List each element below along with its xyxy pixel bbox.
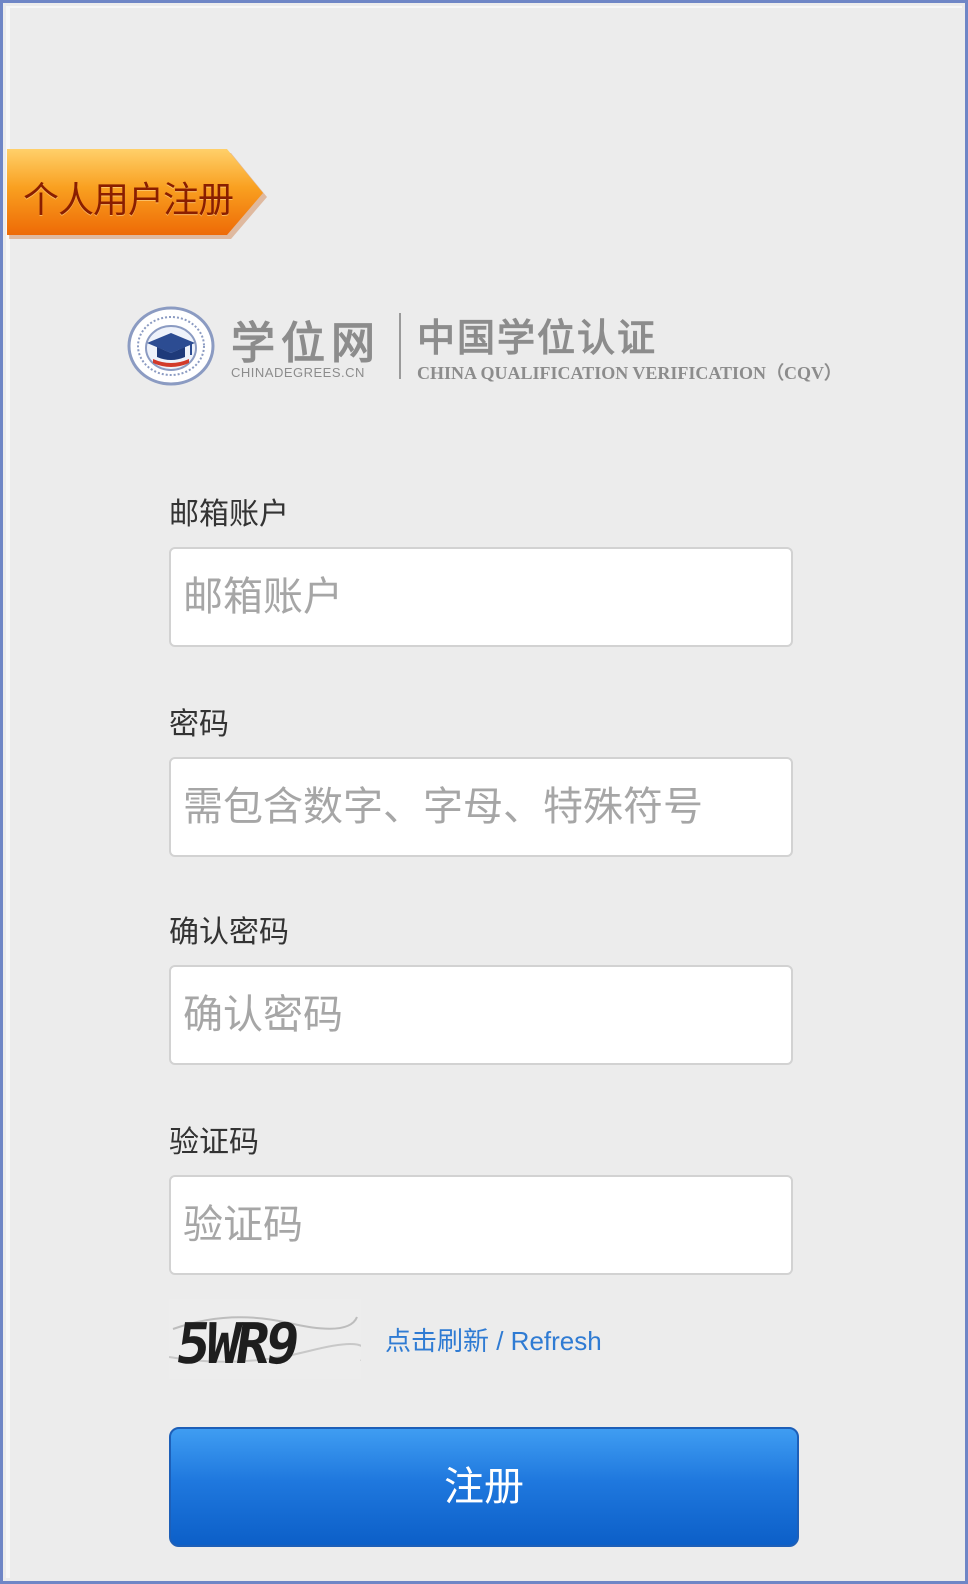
password-label: 密码 bbox=[169, 707, 229, 742]
logo-domain: CHINADEGREES.CN bbox=[231, 365, 365, 380]
page-frame: 个人用户注册 学位网 CHINADEGREES.CN 中国学位认证 CHINA … bbox=[0, 0, 968, 1584]
email-label: 邮箱账户 bbox=[169, 497, 289, 532]
logo-chinese-name: 学位网 bbox=[231, 318, 381, 369]
logo-subtitle: CHINA QUALIFICATION VERIFICATION（CQV） bbox=[417, 363, 843, 383]
captcha-refresh-link[interactable]: 点击刷新 / Refresh bbox=[385, 1321, 602, 1358]
ribbon-title: 个人用户注册 bbox=[23, 180, 234, 221]
captcha-text: 5WR9 bbox=[172, 1312, 301, 1377]
confirm-password-label: 确认密码 bbox=[169, 915, 289, 950]
graduation-cap-icon bbox=[127, 306, 215, 386]
captcha-image[interactable]: 5WR9 bbox=[168, 1299, 366, 1379]
confirm-password-field[interactable] bbox=[169, 965, 793, 1065]
logo-divider bbox=[399, 313, 401, 379]
logo-title: 中国学位认证 bbox=[417, 315, 658, 360]
captcha-field[interactable] bbox=[169, 1175, 793, 1275]
site-logo: 学位网 CHINADEGREES.CN 中国学位认证 CHINA QUALIFI… bbox=[127, 303, 887, 393]
email-field[interactable] bbox=[169, 547, 793, 647]
registration-ribbon: 个人用户注册 bbox=[7, 149, 269, 241]
password-field[interactable] bbox=[169, 757, 793, 857]
register-button[interactable]: 注册 bbox=[169, 1427, 799, 1547]
captcha-label: 验证码 bbox=[169, 1125, 259, 1160]
captcha-graphic: 5WR9 bbox=[168, 1299, 366, 1379]
